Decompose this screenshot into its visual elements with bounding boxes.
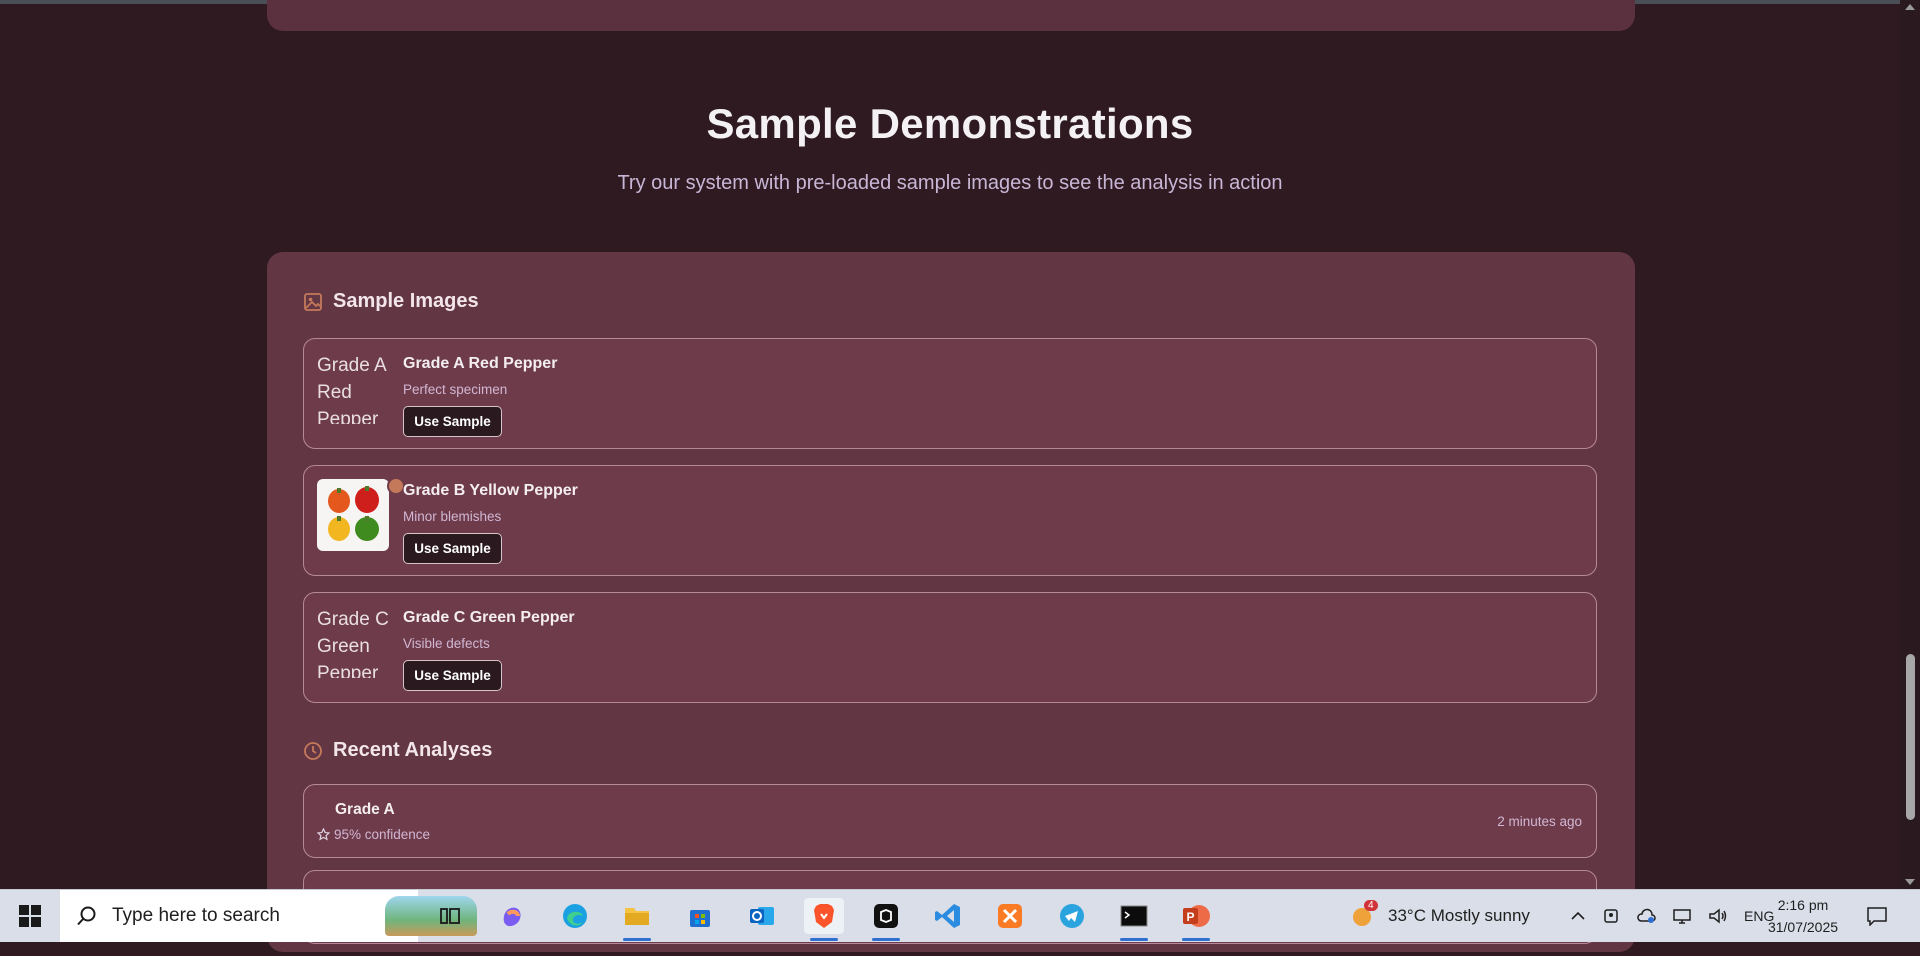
sample-thumbnail-broken: Grade C Green Pepper — [317, 609, 389, 678]
image-icon — [303, 292, 323, 312]
windows-logo-icon — [19, 905, 41, 927]
analysis-confidence: 95% confidence — [317, 827, 430, 842]
notifications-button[interactable] — [1866, 890, 1888, 942]
star-icon — [317, 828, 330, 841]
confidence-text: 95% confidence — [334, 827, 431, 842]
sample-card-grade-c: Grade C Green Pepper Grade C Green Peppe… — [303, 592, 1597, 703]
sample-description: Visible defects — [403, 636, 490, 651]
weather-sun-icon: 4 — [1350, 900, 1378, 930]
taskbar-search-box[interactable]: Type here to search — [60, 890, 477, 942]
use-sample-button[interactable]: Use Sample — [403, 660, 502, 691]
system-tray: ENG — [1570, 890, 1774, 942]
analysis-item[interactable]: Grade A 95% confidence 2 minutes ago — [303, 784, 1597, 858]
page-scrollbar[interactable] — [1900, 0, 1920, 889]
peppers-thumbnail — [317, 479, 389, 551]
powerpoint-icon[interactable]: P — [1176, 898, 1216, 941]
sample-list: Grade A Red Pepper Grade A Red Pepper Pe… — [303, 338, 1597, 719]
windows-start-button[interactable] — [0, 890, 60, 942]
brave-browser-icon[interactable] — [804, 898, 844, 941]
analysis-timestamp: 2 minutes ago — [1497, 814, 1582, 829]
telegram-icon[interactable] — [1052, 898, 1092, 934]
scroll-down-arrow-icon[interactable] — [1905, 879, 1915, 885]
terminal-app-icon[interactable] — [866, 898, 906, 941]
samples-panel: Sample Images Grade A Red Pepper Grade A… — [267, 252, 1635, 952]
taskbar-clock[interactable]: 2:16 pm 31/07/2025 — [1757, 894, 1849, 938]
volume-icon[interactable] — [1708, 907, 1728, 925]
sample-description: Minor blemishes — [403, 509, 502, 524]
sample-card-grade-a: Grade A Red Pepper Grade A Red Pepper Pe… — [303, 338, 1597, 449]
sample-title: Grade C Green Pepper — [403, 609, 575, 626]
clock-icon — [303, 741, 323, 761]
file-explorer-icon[interactable] — [617, 898, 657, 941]
weather-text: 33°C Mostly sunny — [1388, 906, 1530, 925]
sample-card-grade-b: Grade B Yellow Pepper Minor blemishes Us… — [303, 465, 1597, 576]
section-title: Sample Demonstrations — [706, 100, 1194, 147]
search-placeholder: Type here to search — [112, 905, 280, 926]
xampp-icon[interactable] — [990, 898, 1030, 934]
notification-icon — [1866, 906, 1888, 926]
recent-analyses-heading: Recent Analyses — [303, 739, 492, 762]
sample-images-heading: Sample Images — [303, 290, 479, 313]
use-sample-button[interactable]: Use Sample — [403, 533, 502, 564]
task-view-icon[interactable] — [430, 898, 470, 934]
outlook-icon[interactable] — [742, 898, 782, 934]
section-subtitle: Try our system with pre-loaded sample im… — [617, 172, 1283, 194]
edge-browser-icon[interactable] — [555, 898, 595, 934]
search-icon — [76, 905, 98, 927]
scrollbar-thumb[interactable] — [1906, 654, 1915, 820]
meet-now-icon[interactable] — [1602, 907, 1620, 925]
network-icon[interactable] — [1672, 907, 1692, 925]
clock-time: 2:16 pm — [1777, 897, 1829, 913]
weather-badge: 4 — [1364, 900, 1378, 911]
sample-title: Grade A Red Pepper — [403, 355, 558, 372]
sample-title: Grade B Yellow Pepper — [403, 482, 578, 499]
taskbar: Type here to search P 4 33°C Mostly sunn… — [0, 889, 1920, 942]
copilot-icon[interactable] — [492, 898, 532, 934]
vscode-icon[interactable] — [928, 898, 968, 934]
clock-date: 31/07/2025 — [1767, 919, 1839, 935]
svg-text:P: P — [1187, 910, 1195, 924]
sample-images-title: Sample Images — [333, 290, 479, 312]
chevron-up-icon[interactable] — [1570, 908, 1586, 924]
onedrive-cloud-icon[interactable] — [1636, 907, 1656, 925]
microsoft-store-icon[interactable] — [680, 898, 720, 934]
use-sample-button[interactable]: Use Sample — [403, 406, 502, 437]
scroll-up-arrow-icon[interactable] — [1905, 4, 1915, 10]
sample-thumbnail-broken: Grade A Red Pepper — [317, 355, 386, 424]
weather-widget[interactable]: 4 33°C Mostly sunny — [1350, 890, 1530, 942]
recent-analyses-title: Recent Analyses — [333, 739, 493, 761]
sample-description: Perfect specimen — [403, 382, 508, 397]
command-prompt-icon[interactable] — [1114, 898, 1154, 941]
previous-section-card — [267, 0, 1635, 31]
analysis-grade: Grade A — [335, 801, 395, 818]
